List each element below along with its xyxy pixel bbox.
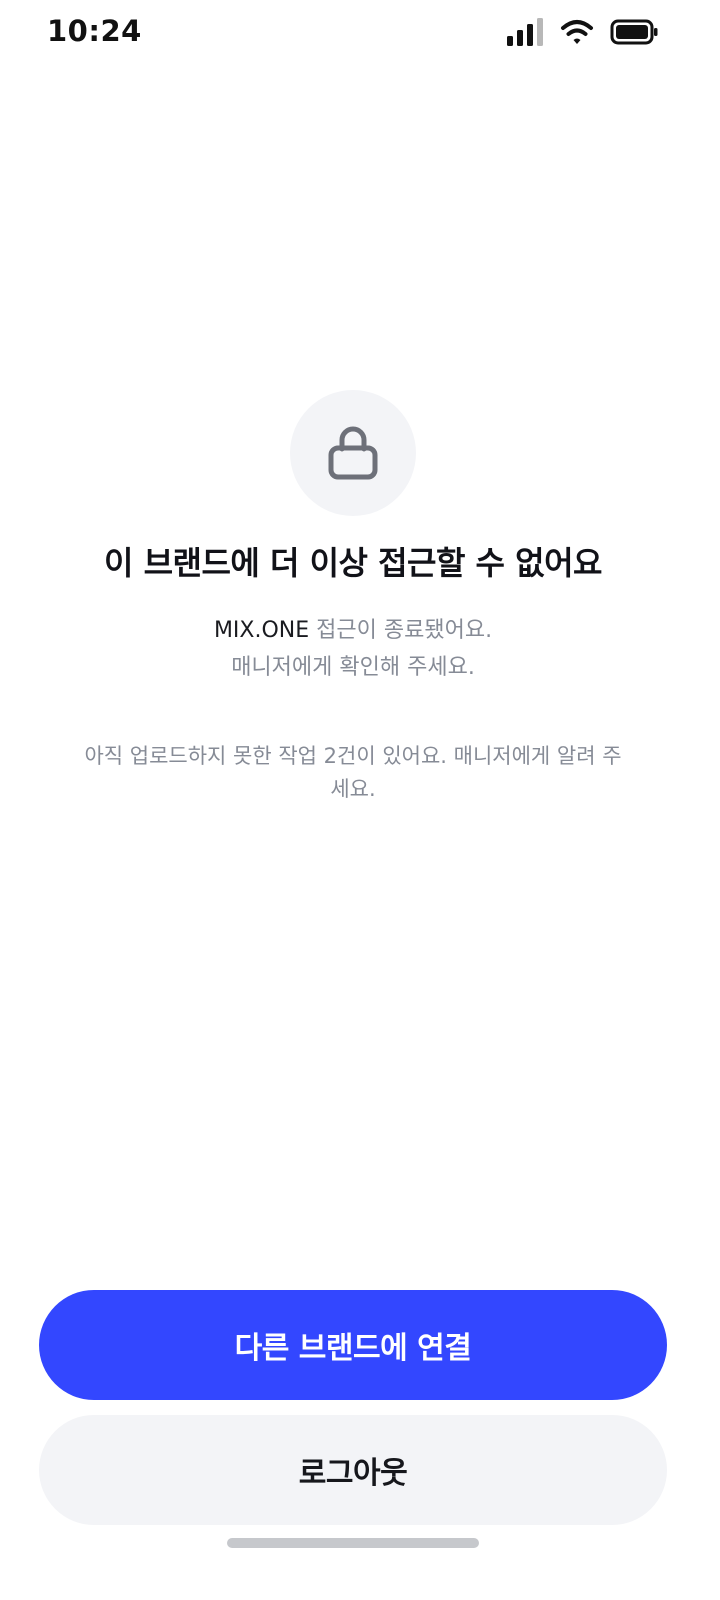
pending-upload-notice: 아직 업로드하지 못한 작업 2건이 있어요. 매니저에게 알려 주세요.: [84, 744, 622, 801]
status-bar: 10:24: [0, 0, 720, 70]
home-indicator[interactable]: [227, 1538, 479, 1548]
status-icons: [506, 18, 658, 46]
lock-icon: [328, 426, 378, 480]
wifi-icon: [561, 20, 593, 44]
signal-icon: [507, 18, 543, 46]
brand-name: MIX.ONE: [213, 618, 310, 643]
lock-badge: [290, 390, 416, 516]
status-time: 10:24: [47, 14, 142, 48]
battery-icon: [610, 19, 658, 45]
subtitle-line-2: 매니저에게 확인해 주세요.: [231, 655, 475, 680]
page-title: 이 브랜드에 더 이상 접근할 수 없어요: [104, 544, 602, 582]
access-ended-message: MIX.ONE 접근이 종료됐어요. 매니저에게 확인해 주세요.: [0, 612, 706, 686]
connect-other-brand-button[interactable]: 다른 브랜드에 연결: [39, 1290, 667, 1400]
subtitle-line-1: MIX.ONE 접근이 종료됐어요.: [0, 612, 706, 649]
subtitle-line-1-text: 접근이 종료됐어요.: [309, 618, 493, 643]
logout-button[interactable]: 로그아웃: [39, 1415, 667, 1525]
